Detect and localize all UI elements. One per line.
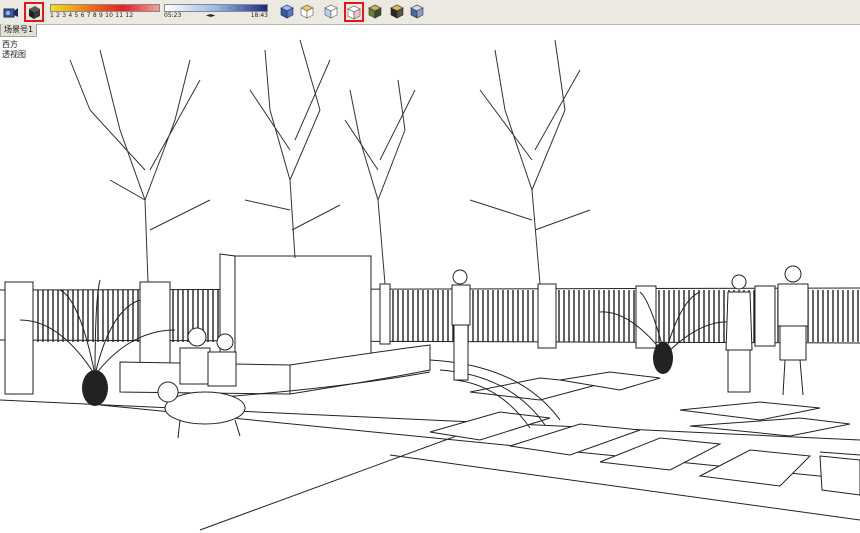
woman-walking <box>725 274 753 393</box>
man-standing <box>451 269 471 381</box>
time-end-label: 18:43 <box>250 12 268 19</box>
top-view-button[interactable] <box>298 2 318 22</box>
time-slider[interactable]: 05:23 ◄► 18:43 <box>164 3 268 21</box>
fence-top-rail <box>0 287 860 291</box>
front-view-button[interactable] <box>322 2 342 22</box>
time-start-label: 05:23 <box>164 12 182 19</box>
scene-tab[interactable]: 场景号1 <box>0 24 38 37</box>
shadows-toggle-icon <box>29 6 40 19</box>
time-arrows-label: ◄► <box>206 12 216 19</box>
left-view-button[interactable] <box>388 2 408 22</box>
man-walking <box>777 265 809 396</box>
scene-info: 西方 透视图 <box>2 40 26 60</box>
left-view-icon <box>390 4 404 19</box>
paving-slabs <box>429 371 860 496</box>
model-viewport[interactable] <box>0 38 860 533</box>
bottom-view-button[interactable] <box>408 2 428 22</box>
back-view-button[interactable] <box>366 2 386 22</box>
toolbar: 1 2 3 4 5 6 7 8 9 10 11 12 05:23 ◄► 18:4… <box>0 0 860 25</box>
right-view-button[interactable] <box>344 2 364 22</box>
shadows-toggle-button[interactable] <box>24 2 44 22</box>
right-view-icon <box>347 5 361 20</box>
camera-button[interactable] <box>2 2 22 22</box>
iso-view-icon <box>280 4 294 19</box>
time-slider-track[interactable] <box>164 4 268 12</box>
iso-view-button[interactable] <box>278 2 298 22</box>
view-direction-label: 西方 <box>2 40 18 49</box>
bare-trees <box>69 39 591 285</box>
top-view-icon <box>300 4 314 19</box>
month-slider-ticks: 1 2 3 4 5 6 7 8 9 10 11 12 <box>50 12 134 19</box>
bottom-view-icon <box>410 4 424 19</box>
camera-icon <box>3 8 18 18</box>
month-slider[interactable]: 1 2 3 4 5 6 7 8 9 10 11 12 <box>50 3 160 21</box>
front-view-icon <box>324 4 338 19</box>
month-slider-track[interactable] <box>50 4 160 12</box>
view-mode-label: 透视图 <box>2 50 26 59</box>
road-lane-line <box>819 451 860 456</box>
back-view-icon <box>368 4 382 19</box>
